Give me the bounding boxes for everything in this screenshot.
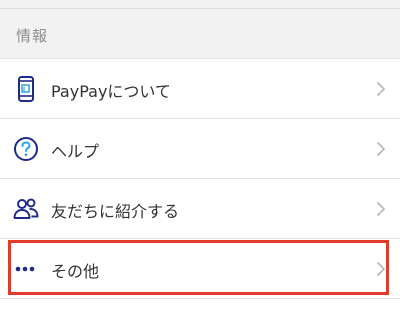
list-item-label: 友だちに紹介する: [51, 202, 180, 221]
chevron-right-icon: [377, 82, 385, 96]
top-separator: [0, 0, 400, 9]
list-item-label: ヘルプ: [51, 142, 100, 161]
list-item-invite-friends[interactable]: 友だちに紹介する: [0, 179, 400, 239]
help-circle-icon: [14, 137, 38, 161]
list-item-about-paypay[interactable]: PayPayについて: [0, 59, 400, 119]
settings-screen: 情報 PayPayについて ヘルプ 友だちに紹介する その他: [0, 0, 400, 316]
list-item-label: PayPayについて: [51, 82, 171, 101]
info-list: PayPayについて ヘルプ 友だちに紹介する その他: [0, 59, 400, 299]
phone-icon: [18, 76, 34, 102]
list-item-other[interactable]: その他: [0, 239, 400, 299]
people-icon: [13, 198, 39, 219]
chevron-right-icon: [377, 262, 385, 276]
list-item-label: その他: [51, 262, 100, 281]
row-divider: [0, 298, 400, 299]
list-item-help[interactable]: ヘルプ: [0, 119, 400, 179]
chevron-right-icon: [377, 142, 385, 156]
section-header: 情報: [0, 9, 400, 59]
more-dots-icon: [15, 266, 35, 272]
section-title: 情報: [16, 27, 49, 45]
chevron-right-icon: [377, 202, 385, 216]
